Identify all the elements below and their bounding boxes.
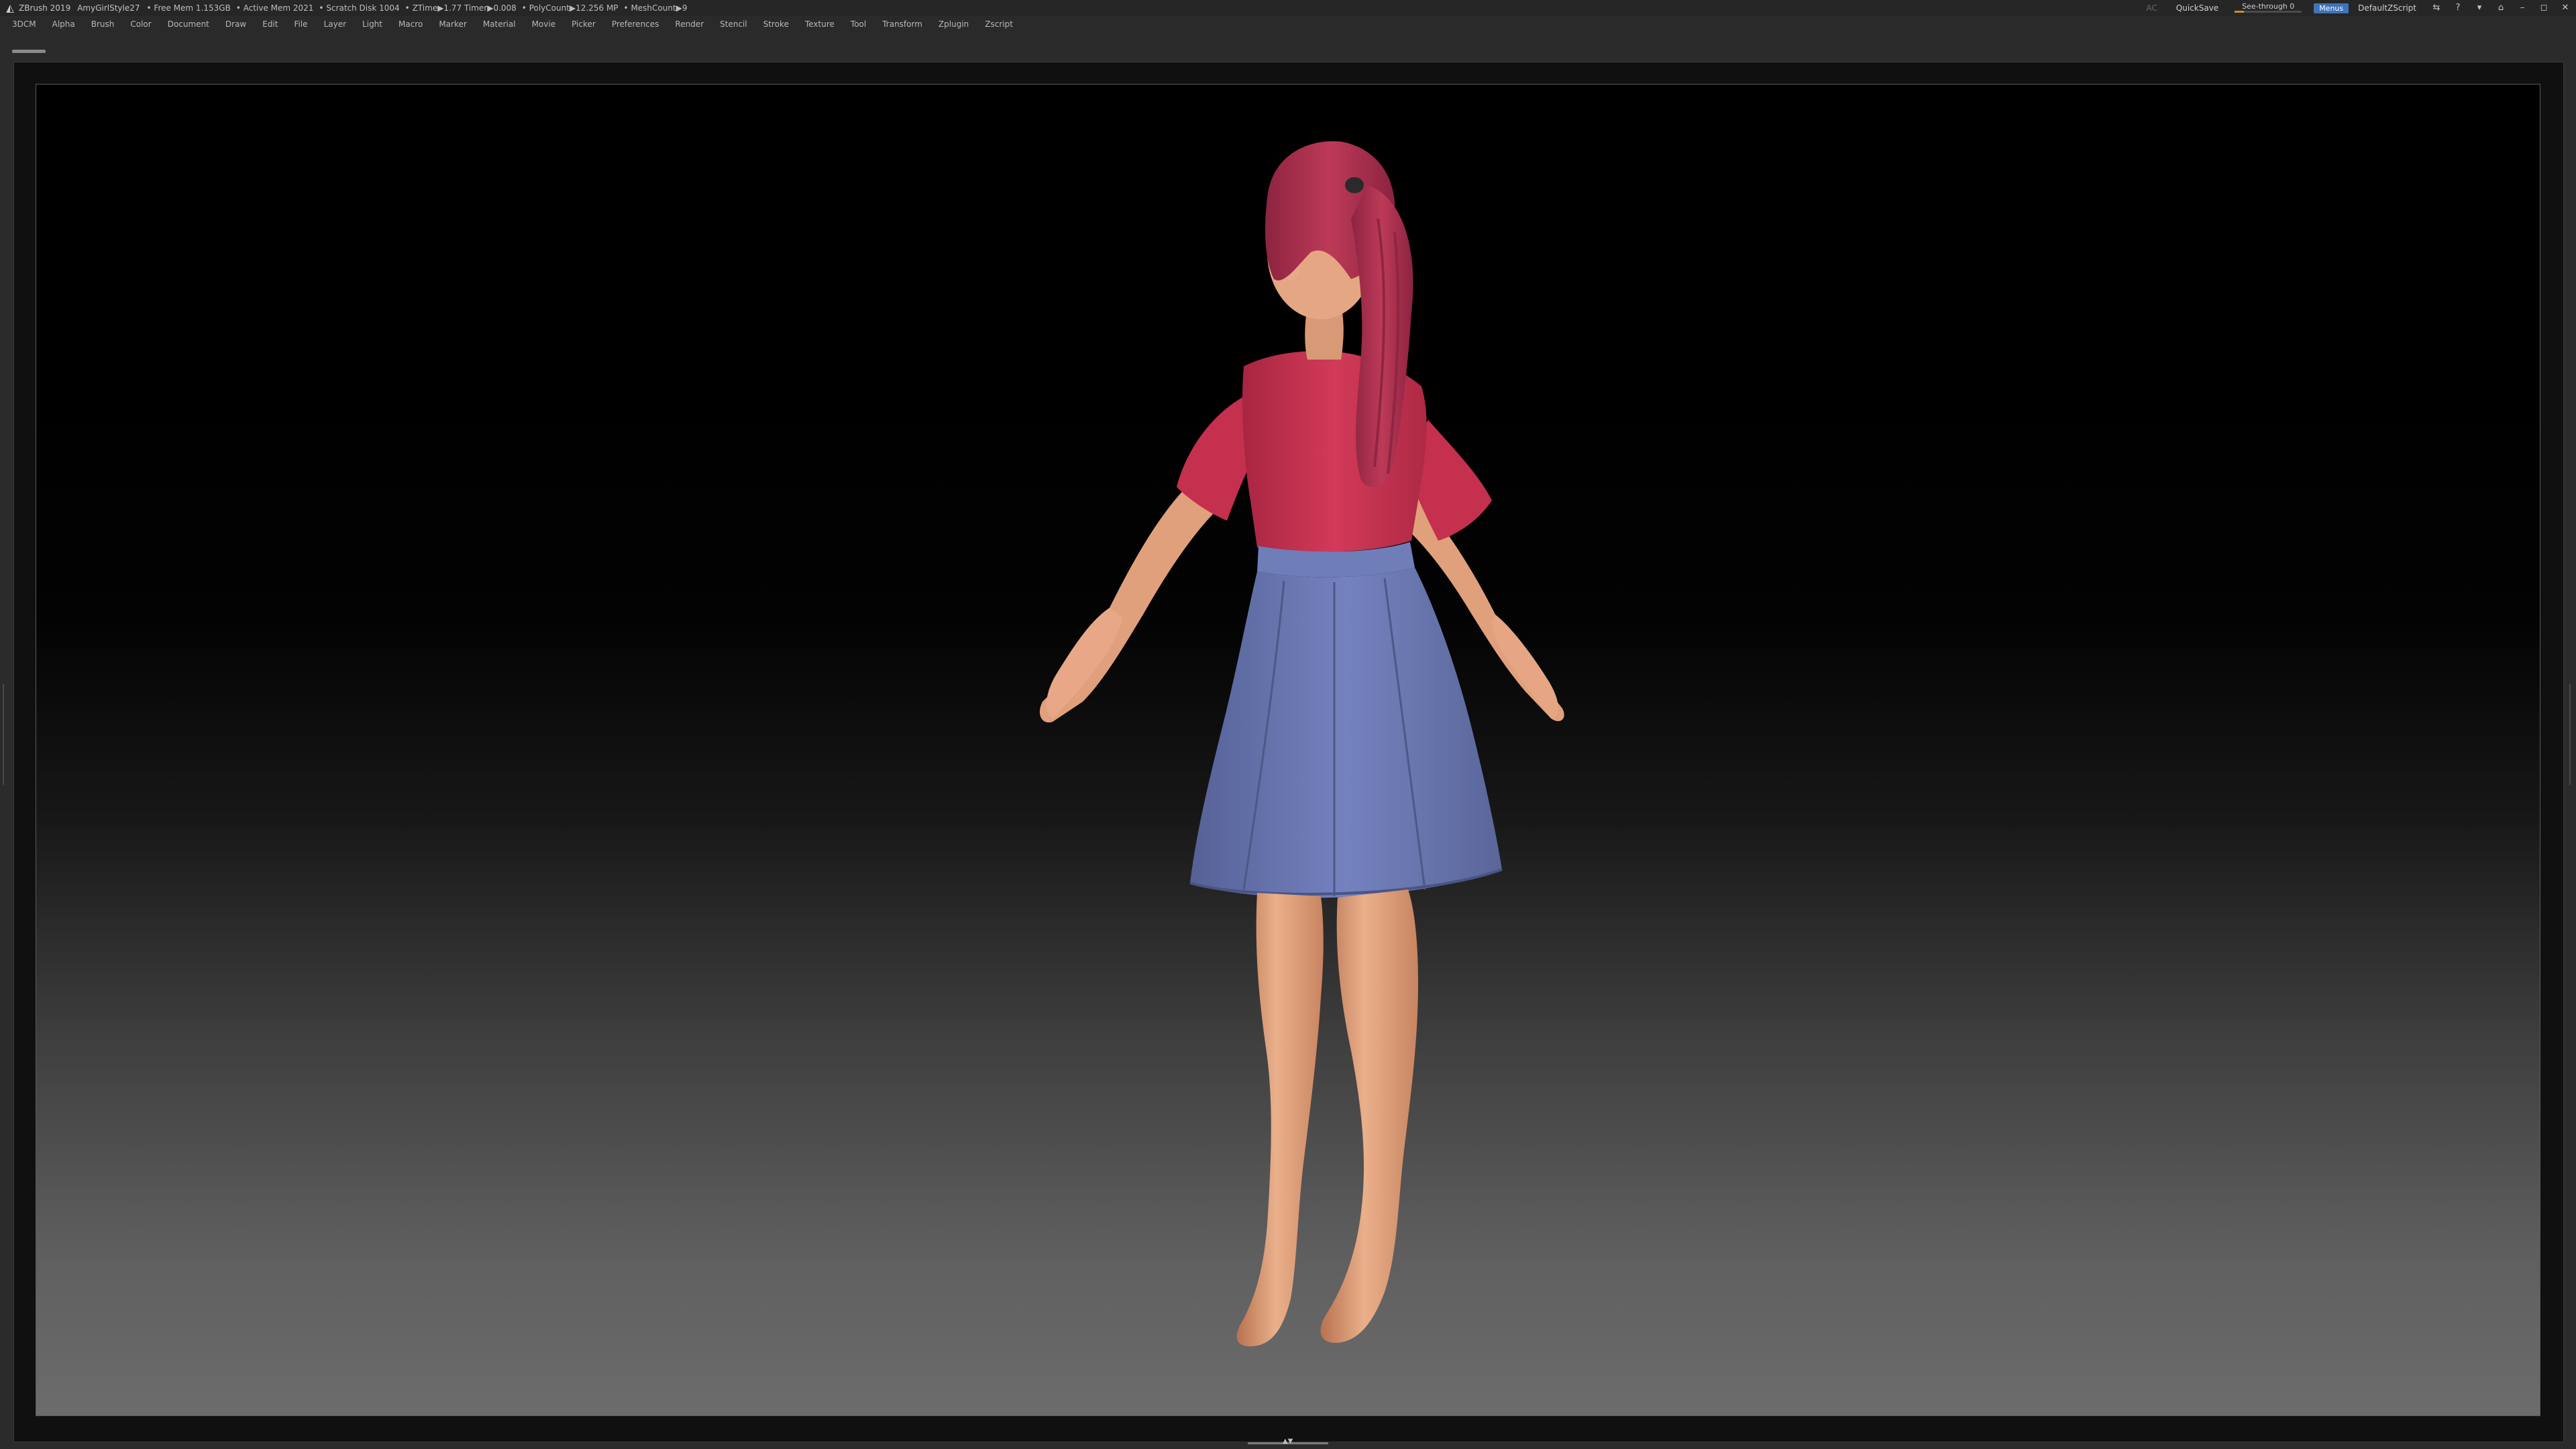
- menu-transform[interactable]: Transform: [874, 19, 930, 29]
- skirt: [1190, 568, 1502, 898]
- right-tray-bar: [2569, 684, 2571, 785]
- menu-macro[interactable]: Macro: [390, 19, 431, 29]
- ztime-stat: • ZTime▶1.77 Timer▶0.008: [405, 3, 517, 13]
- left-leg: [1236, 893, 1324, 1346]
- default-zscript-button[interactable]: DefaultZScript: [2358, 3, 2416, 13]
- menu-stencil[interactable]: Stencil: [712, 19, 755, 29]
- menu-3dcm[interactable]: 3DCM: [0, 19, 44, 29]
- titlebar-right-controls: AC QuickSave See-through 0 Menus Default…: [2137, 0, 2576, 16]
- lock-icon[interactable]: ⌂: [2493, 2, 2508, 14]
- palette-icon[interactable]: ⇆: [2429, 2, 2444, 14]
- maximize-icon[interactable]: ◻: [2536, 2, 2551, 14]
- menu-render[interactable]: Render: [667, 19, 712, 29]
- close-icon[interactable]: ✕: [2558, 2, 2573, 14]
- left-tray-bar: [3, 684, 4, 785]
- sculpt-model: [1039, 141, 1564, 1346]
- document-area: [13, 62, 2564, 1442]
- menu-document[interactable]: Document: [160, 19, 217, 29]
- menu-edit[interactable]: Edit: [254, 19, 286, 29]
- shelf-collapse-handle[interactable]: [12, 50, 46, 53]
- top-shelf: [0, 32, 2576, 62]
- right-hand: [1492, 614, 1559, 718]
- menu-brush[interactable]: Brush: [83, 19, 123, 29]
- menu-material[interactable]: Material: [475, 19, 524, 29]
- minimize-icon[interactable]: –: [2515, 2, 2530, 14]
- menu-draw[interactable]: Draw: [217, 19, 254, 29]
- quicksave-button[interactable]: QuickSave: [2176, 3, 2218, 13]
- zbrush-logo-icon: ◭: [6, 2, 14, 14]
- bottom-tray-handle[interactable]: ▲▼: [1248, 1438, 1328, 1445]
- viewport-canvas[interactable]: [36, 84, 2540, 1416]
- active-mem-stat: • Active Mem 2021: [235, 3, 314, 13]
- menu-preferences[interactable]: Preferences: [604, 19, 667, 29]
- expand-arrows-icon: ▲▼: [1283, 1438, 1293, 1445]
- see-through-label: See-through 0: [2242, 2, 2295, 11]
- menu-movie[interactable]: Movie: [524, 19, 564, 29]
- right-leg: [1320, 890, 1418, 1343]
- app-title: ZBrush 2019: [19, 3, 71, 13]
- menu-texture[interactable]: Texture: [797, 19, 843, 29]
- menu-zplugin[interactable]: Zplugin: [930, 19, 977, 29]
- document-title: AmyGirlStyle27: [77, 3, 140, 13]
- menu-tool[interactable]: Tool: [843, 19, 874, 29]
- ac-button[interactable]: AC: [2146, 3, 2157, 13]
- menu-stroke[interactable]: Stroke: [755, 19, 797, 29]
- title-bar: ◭ ZBrush 2019 AmyGirlStyle27 • Free Mem …: [0, 0, 2576, 16]
- polycount-stat: • PolyCount▶12.256 MP: [521, 3, 619, 13]
- see-through-fill: [2235, 11, 2245, 13]
- help-icon[interactable]: ?: [2451, 2, 2465, 14]
- see-through-slider[interactable]: See-through 0: [2235, 3, 2302, 13]
- main-menu-bar: 3DCM Alpha Brush Color Document Draw Edi…: [0, 16, 2576, 32]
- see-through-track: [2235, 11, 2302, 13]
- menu-color[interactable]: Color: [122, 19, 159, 29]
- menu-picker[interactable]: Picker: [564, 19, 604, 29]
- menu-light[interactable]: Light: [354, 19, 390, 29]
- scratch-disk-stat: • Scratch Disk 1004: [319, 3, 400, 13]
- meshcount-stat: • MeshCount▶9: [623, 3, 688, 13]
- menu-file[interactable]: File: [286, 19, 315, 29]
- menu-alpha[interactable]: Alpha: [44, 19, 83, 29]
- menu-layer[interactable]: Layer: [316, 19, 354, 29]
- menu-marker[interactable]: Marker: [431, 19, 474, 29]
- free-mem-stat: • Free Mem 1.153GB: [146, 3, 231, 13]
- left-tray-handle[interactable]: [3, 684, 7, 785]
- hair-tie: [1345, 177, 1364, 193]
- right-tray-handle[interactable]: [2569, 684, 2573, 785]
- menus-button[interactable]: Menus: [2314, 3, 2349, 13]
- layout-icon[interactable]: ▾: [2472, 2, 2487, 14]
- menu-zscript[interactable]: Zscript: [977, 19, 1021, 29]
